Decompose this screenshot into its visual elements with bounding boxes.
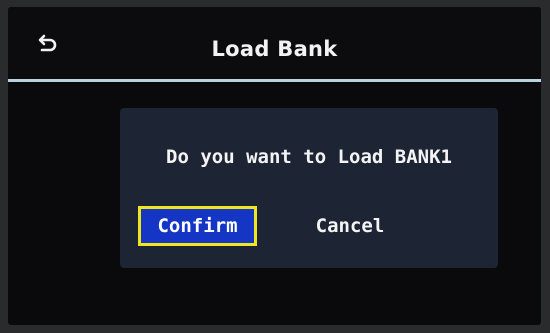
cancel-button[interactable]: Cancel: [297, 206, 403, 246]
back-button[interactable]: [30, 29, 64, 59]
dialog-message: Do you want to Load BANK1: [166, 146, 452, 168]
device-screen: Load Bank Do you want to Load BANK1 Conf…: [8, 7, 541, 325]
header-divider: [8, 79, 541, 82]
page-title: Load Bank: [211, 37, 338, 61]
confirm-dialog: Do you want to Load BANK1 Confirm Cancel: [120, 108, 498, 268]
confirm-button[interactable]: Confirm: [138, 206, 257, 246]
device-bezel: Load Bank Do you want to Load BANK1 Conf…: [0, 0, 550, 333]
back-arrow-icon: [38, 34, 57, 52]
header-bar: Load Bank: [8, 7, 541, 79]
